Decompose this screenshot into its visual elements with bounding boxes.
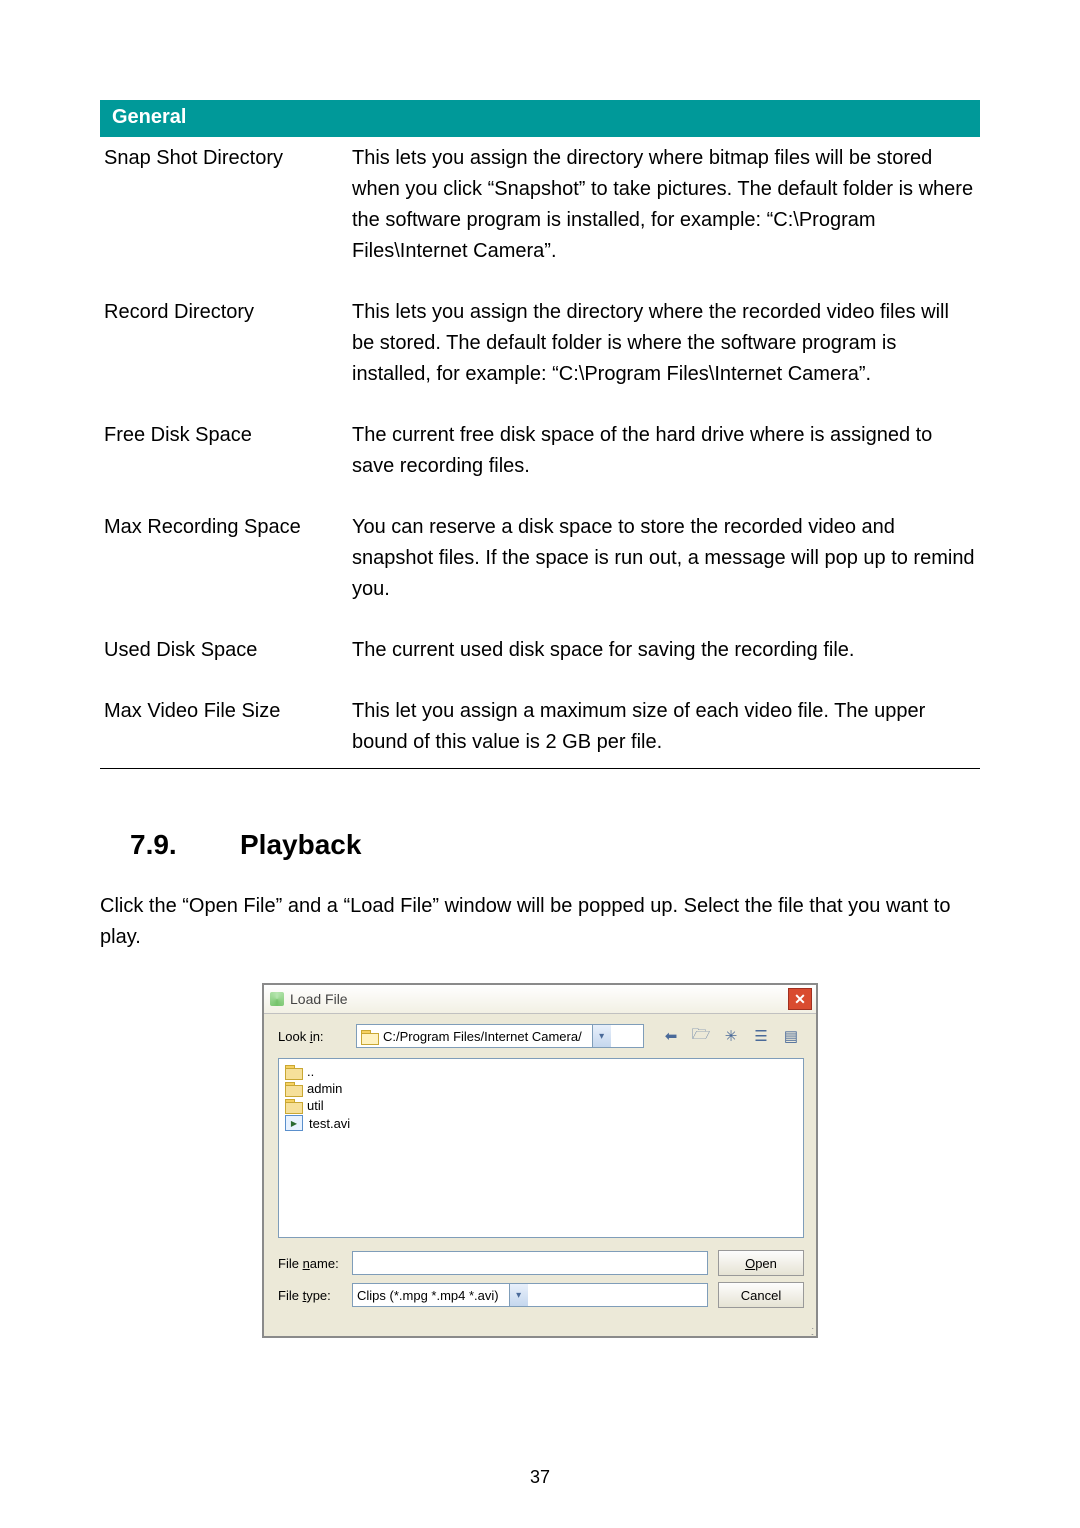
- load-file-dialog: Load File ✕ Look in: C:/Program Files/In…: [262, 983, 818, 1338]
- open-button[interactable]: Open: [718, 1250, 804, 1276]
- chevron-down-icon: ▾: [509, 1284, 528, 1306]
- row-label: Max Video File Size: [100, 690, 348, 769]
- look-in-path: C:/Program Files/Internet Camera/: [383, 1029, 582, 1044]
- file-item-video[interactable]: ▶ test.avi: [285, 1114, 797, 1132]
- section-heading: 7.9.Playback: [130, 829, 980, 861]
- cancel-button[interactable]: Cancel: [718, 1282, 804, 1308]
- dialog-titlebar[interactable]: Load File ✕: [264, 985, 816, 1014]
- row-label: Snap Shot Directory: [100, 136, 348, 291]
- app-icon: [270, 992, 284, 1006]
- new-folder-icon: ✳: [725, 1027, 738, 1045]
- file-item-folder[interactable]: util: [285, 1097, 797, 1114]
- resize-grip-icon[interactable]: ........: [264, 1324, 816, 1336]
- file-type-label: File type:: [278, 1288, 342, 1303]
- folder-icon: [285, 1082, 301, 1095]
- section-paragraph: Click the “Open File” and a “Load File” …: [100, 891, 980, 953]
- row-desc: This lets you assign the directory where…: [348, 136, 980, 291]
- close-icon: ✕: [794, 992, 806, 1006]
- file-item-up[interactable]: ..: [285, 1063, 797, 1080]
- file-item-label: ..: [307, 1064, 314, 1079]
- file-name-input[interactable]: [352, 1251, 708, 1275]
- file-name-label: File name:: [278, 1256, 342, 1271]
- folder-icon: [285, 1065, 301, 1078]
- detail-view-icon: ▤: [784, 1027, 798, 1045]
- folder-open-icon: [361, 1030, 377, 1043]
- list-view-icon: ☰: [754, 1027, 767, 1045]
- list-view-button[interactable]: ☰: [748, 1024, 774, 1048]
- general-settings-table: General Snap Shot Directory This lets yo…: [100, 100, 980, 769]
- dialog-title-text: Load File: [290, 991, 348, 1007]
- detail-view-button[interactable]: ▤: [778, 1024, 804, 1048]
- video-file-icon: ▶: [285, 1115, 303, 1131]
- folder-icon: [285, 1099, 301, 1112]
- up-folder-button[interactable]: 🗁: [688, 1024, 714, 1048]
- row-desc: You can reserve a disk space to store th…: [348, 506, 980, 629]
- table-row: Snap Shot Directory This lets you assign…: [100, 136, 980, 291]
- cancel-button-label: Cancel: [741, 1288, 781, 1303]
- section-number: 7.9.: [130, 829, 240, 861]
- table-row: Max Recording Space You can reserve a di…: [100, 506, 980, 629]
- table-header-general: General: [100, 100, 980, 136]
- row-desc: The current used disk space for saving t…: [348, 629, 980, 690]
- row-label: Max Recording Space: [100, 506, 348, 629]
- row-label: Record Directory: [100, 291, 348, 414]
- file-type-value: Clips (*.mpg *.mp4 *.avi): [357, 1288, 499, 1303]
- table-row: Used Disk Space The current used disk sp…: [100, 629, 980, 690]
- close-button[interactable]: ✕: [788, 988, 812, 1010]
- file-item-label: test.avi: [309, 1116, 350, 1131]
- new-folder-button[interactable]: ✳: [718, 1024, 744, 1048]
- file-type-combo[interactable]: Clips (*.mpg *.mp4 *.avi) ▾: [352, 1283, 708, 1307]
- row-desc: The current free disk space of the hard …: [348, 414, 980, 506]
- row-desc: This let you assign a maximum size of ea…: [348, 690, 980, 769]
- file-item-label: util: [307, 1098, 324, 1113]
- arrow-left-icon: ⬅: [665, 1027, 678, 1045]
- row-desc: This lets you assign the directory where…: [348, 291, 980, 414]
- file-item-folder[interactable]: admin: [285, 1080, 797, 1097]
- table-row: Record Directory This lets you assign th…: [100, 291, 980, 414]
- table-row: Max Video File Size This let you assign …: [100, 690, 980, 769]
- look-in-combo[interactable]: C:/Program Files/Internet Camera/ ▾: [356, 1024, 644, 1048]
- file-item-label: admin: [307, 1081, 342, 1096]
- file-list[interactable]: .. admin util ▶ test.avi: [278, 1058, 804, 1238]
- page-number: 37: [0, 1467, 1080, 1488]
- folder-up-icon: 🗁: [692, 1024, 711, 1049]
- chevron-down-icon: ▾: [592, 1025, 611, 1047]
- dialog-toolbar: ⬅ 🗁 ✳ ☰ ▤: [658, 1024, 804, 1048]
- look-in-label: Look in:: [278, 1029, 348, 1044]
- table-row: Free Disk Space The current free disk sp…: [100, 414, 980, 506]
- row-label: Free Disk Space: [100, 414, 348, 506]
- row-label: Used Disk Space: [100, 629, 348, 690]
- section-title: Playback: [240, 829, 361, 860]
- back-button[interactable]: ⬅: [658, 1024, 684, 1048]
